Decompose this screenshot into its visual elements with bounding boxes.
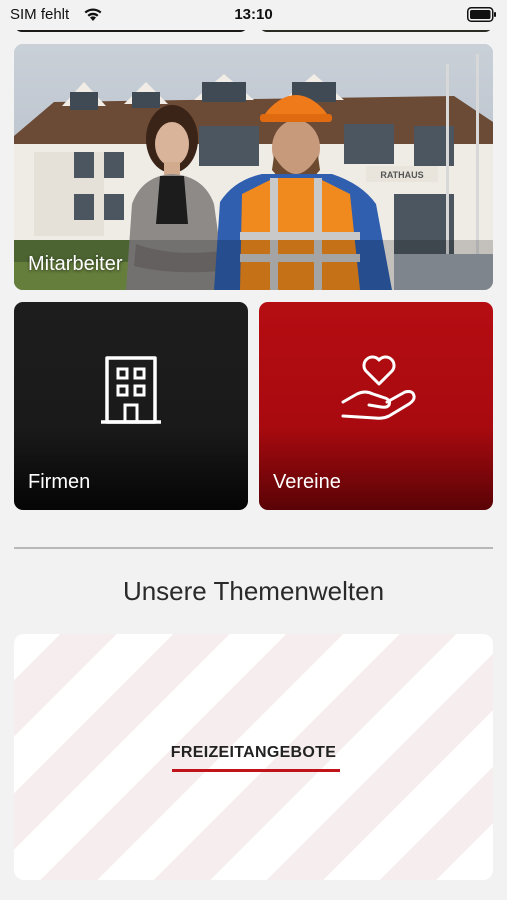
mitarbeiter-tile[interactable]: RATHAUS Mitarbeiter <box>14 44 493 290</box>
vereine-tile[interactable]: Vereine <box>259 302 493 510</box>
heart-hand-icon <box>341 355 416 420</box>
mitarbeiter-label: Mitarbeiter <box>28 253 123 275</box>
battery-icon <box>467 7 496 22</box>
firmen-label: Firmen <box>28 471 91 493</box>
theme-card-freizeitangebote[interactable]: FREIZEITANGEBOTE <box>14 634 493 880</box>
section-divider <box>14 547 493 549</box>
status-bar: SIM fehlt 13:10 <box>0 0 507 30</box>
status-time: 13:10 <box>234 6 273 23</box>
section-title: Unsere Themenwelten <box>122 576 385 606</box>
building-icon <box>101 356 161 424</box>
vereine-label: Vereine <box>273 471 341 493</box>
theme-card-label: FREIZEITANGEBOTE <box>170 744 337 761</box>
rathaus-sign: RATHAUS <box>380 170 423 180</box>
firmen-tile[interactable]: Firmen <box>14 302 248 510</box>
theme-card-underline <box>172 769 340 772</box>
